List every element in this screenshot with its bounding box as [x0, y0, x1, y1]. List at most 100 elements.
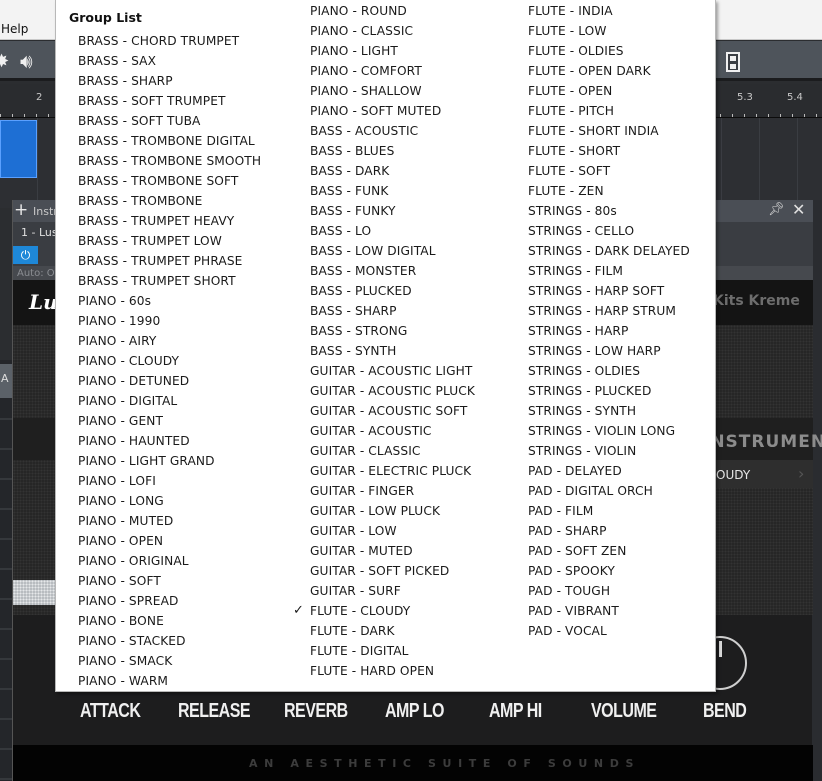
menu-item[interactable]: PIANO - SOFT MUTED: [310, 101, 475, 121]
menu-item[interactable]: PIANO - AIRY: [78, 331, 261, 351]
menu-item[interactable]: STRINGS - FILM: [528, 261, 690, 281]
menu-item[interactable]: BASS - FUNK: [310, 181, 475, 201]
menu-item[interactable]: FLUTE - INDIA: [528, 1, 690, 21]
menu-item[interactable]: STRINGS - HARP SOFT: [528, 281, 690, 301]
menu-item[interactable]: STRINGS - VIOLIN LONG: [528, 421, 690, 441]
menu-item[interactable]: BASS - LO: [310, 221, 475, 241]
menu-item[interactable]: BRASS - TRUMPET HEAVY: [78, 211, 261, 231]
menu-item[interactable]: BRASS - TROMBONE: [78, 191, 261, 211]
menu-item[interactable]: BRASS - TRUMPET LOW: [78, 231, 261, 251]
menu-item[interactable]: BASS - FUNKY: [310, 201, 475, 221]
menu-item[interactable]: STRINGS - PLUCKED: [528, 381, 690, 401]
gear-icon[interactable]: ✸: [0, 51, 9, 72]
menu-item[interactable]: BRASS - TROMBONE SMOOTH: [78, 151, 261, 171]
menu-item[interactable]: PIANO - SMACK: [78, 651, 261, 671]
menu-item[interactable]: PIANO - COMFORT: [310, 61, 475, 81]
menu-item[interactable]: BASS - SYNTH: [310, 341, 475, 361]
menu-help[interactable]: Help: [1, 22, 28, 36]
menu-item[interactable]: FLUTE - SOFT: [528, 161, 690, 181]
menu-item[interactable]: PIANO - ORIGINAL: [78, 551, 261, 571]
midi-clip[interactable]: [0, 120, 37, 178]
menu-item[interactable]: PAD - SOFT ZEN: [528, 541, 690, 561]
side-tab[interactable]: A: [0, 364, 12, 398]
menu-item[interactable]: FLUTE - PITCH: [528, 101, 690, 121]
menu-item[interactable]: PAD - FILM: [528, 501, 690, 521]
menu-item[interactable]: GUITAR - SOFT PICKED: [310, 561, 475, 581]
menu-item[interactable]: BASS - LOW DIGITAL: [310, 241, 475, 261]
menu-item[interactable]: BASS - PLUCKED: [310, 281, 475, 301]
menu-item[interactable]: STRINGS - 80s: [528, 201, 690, 221]
menu-item[interactable]: ✓ FLUTE - CLOUDY: [293, 601, 475, 621]
close-icon[interactable]: ✕: [792, 200, 805, 219]
menu-item[interactable]: FLUTE - DIGITAL: [310, 641, 475, 661]
menu-item[interactable]: PIANO - WARM: [78, 671, 261, 691]
preset-name[interactable]: 1 - Lus: [21, 226, 58, 239]
menu-item[interactable]: STRINGS - DARK DELAYED: [528, 241, 690, 261]
menu-item[interactable]: PIANO - 1990: [78, 311, 261, 331]
menu-item[interactable]: GUITAR - FINGER: [310, 481, 475, 501]
menu-item[interactable]: BRASS - SHARP: [78, 71, 261, 91]
menu-item[interactable]: PAD - TOUGH: [528, 581, 690, 601]
menu-item[interactable]: PIANO - HAUNTED: [78, 431, 261, 451]
menu-item[interactable]: FLUTE - SHORT: [528, 141, 690, 161]
menu-item[interactable]: BRASS - TRUMPET PHRASE: [78, 251, 261, 271]
chevron-right-icon[interactable]: ›: [798, 464, 804, 483]
menu-item[interactable]: BRASS - SOFT TUBA: [78, 111, 261, 131]
menu-item[interactable]: BRASS - SOFT TRUMPET: [78, 91, 261, 111]
menu-item[interactable]: GUITAR - CLASSIC: [310, 441, 475, 461]
power-icon[interactable]: ⏻: [13, 246, 38, 264]
menu-item[interactable]: PIANO - 60s: [78, 291, 261, 311]
pin-icon[interactable]: 📌︎: [768, 202, 785, 217]
menu-item[interactable]: BASS - STRONG: [310, 321, 475, 341]
menu-item[interactable]: PIANO - BONE: [78, 611, 261, 631]
menu-item[interactable]: STRINGS - VIOLIN: [528, 441, 690, 461]
menu-item[interactable]: PIANO - MUTED: [78, 511, 261, 531]
menu-item[interactable]: FLUTE - DARK: [310, 621, 475, 641]
menu-item[interactable]: BASS - BLUES: [310, 141, 475, 161]
menu-item[interactable]: PAD - DELAYED: [528, 461, 690, 481]
speaker-icon[interactable]: 🔊︎: [20, 49, 33, 73]
menu-item[interactable]: PIANO - CLASSIC: [310, 21, 475, 41]
menu-item[interactable]: PIANO - OPEN: [78, 531, 261, 551]
menu-item[interactable]: GUITAR - ACOUSTIC LIGHT: [310, 361, 475, 381]
menu-item[interactable]: PAD - VOCAL: [528, 621, 690, 641]
menu-item[interactable]: GUITAR - ACOUSTIC: [310, 421, 475, 441]
menu-item[interactable]: GUITAR - ACOUSTIC PLUCK: [310, 381, 475, 401]
menu-item[interactable]: STRINGS - LOW HARP: [528, 341, 690, 361]
menu-item[interactable]: FLUTE - HARD OPEN: [310, 661, 475, 681]
menu-item[interactable]: BRASS - TRUMPET SHORT: [78, 271, 261, 291]
menu-item[interactable]: GUITAR - MUTED: [310, 541, 475, 561]
add-icon[interactable]: +: [14, 200, 28, 220]
menu-item[interactable]: PIANO - SOFT: [78, 571, 261, 591]
menu-item[interactable]: PIANO - LONG: [78, 491, 261, 511]
menu-item[interactable]: PIANO - SHALLOW: [310, 81, 475, 101]
menu-item[interactable]: PIANO - CLOUDY: [78, 351, 261, 371]
menu-item[interactable]: GUITAR - ACOUSTIC SOFT: [310, 401, 475, 421]
menu-item[interactable]: PIANO - SPREAD: [78, 591, 261, 611]
video-icon[interactable]: [726, 52, 740, 72]
menu-item[interactable]: GUITAR - LOW PLUCK: [310, 501, 475, 521]
menu-item[interactable]: BRASS - TROMBONE SOFT: [78, 171, 261, 191]
menu-item[interactable]: STRINGS - SYNTH: [528, 401, 690, 421]
menu-item[interactable]: STRINGS - HARP: [528, 321, 690, 341]
menu-item[interactable]: BRASS - CHORD TRUMPET: [78, 31, 261, 51]
menu-item[interactable]: GUITAR - ELECTRIC PLUCK: [310, 461, 475, 481]
menu-item[interactable]: PIANO - LIGHT GRAND: [78, 451, 261, 471]
menu-item[interactable]: BASS - SHARP: [310, 301, 475, 321]
menu-item[interactable]: PIANO - ROUND: [310, 1, 475, 21]
menu-item[interactable]: BRASS - TROMBONE DIGITAL: [78, 131, 261, 151]
menu-item[interactable]: BASS - ACOUSTIC: [310, 121, 475, 141]
menu-item[interactable]: BRASS - SAX: [78, 51, 261, 71]
menu-item[interactable]: PIANO - DIGITAL: [78, 391, 261, 411]
menu-item[interactable]: STRINGS - CELLO: [528, 221, 690, 241]
menu-item[interactable]: PIANO - DETUNED: [78, 371, 261, 391]
menu-item[interactable]: GUITAR - LOW: [310, 521, 475, 541]
menu-item[interactable]: PAD - SHARP: [528, 521, 690, 541]
menu-item[interactable]: STRINGS - OLDIES: [528, 361, 690, 381]
menu-item[interactable]: PAD - VIBRANT: [528, 601, 690, 621]
menu-item[interactable]: PAD - SPOOKY: [528, 561, 690, 581]
menu-item[interactable]: PIANO - LOFI: [78, 471, 261, 491]
menu-item[interactable]: PIANO - LIGHT: [310, 41, 475, 61]
menu-item[interactable]: FLUTE - LOW: [528, 21, 690, 41]
menu-item[interactable]: PIANO - STACKED: [78, 631, 261, 651]
